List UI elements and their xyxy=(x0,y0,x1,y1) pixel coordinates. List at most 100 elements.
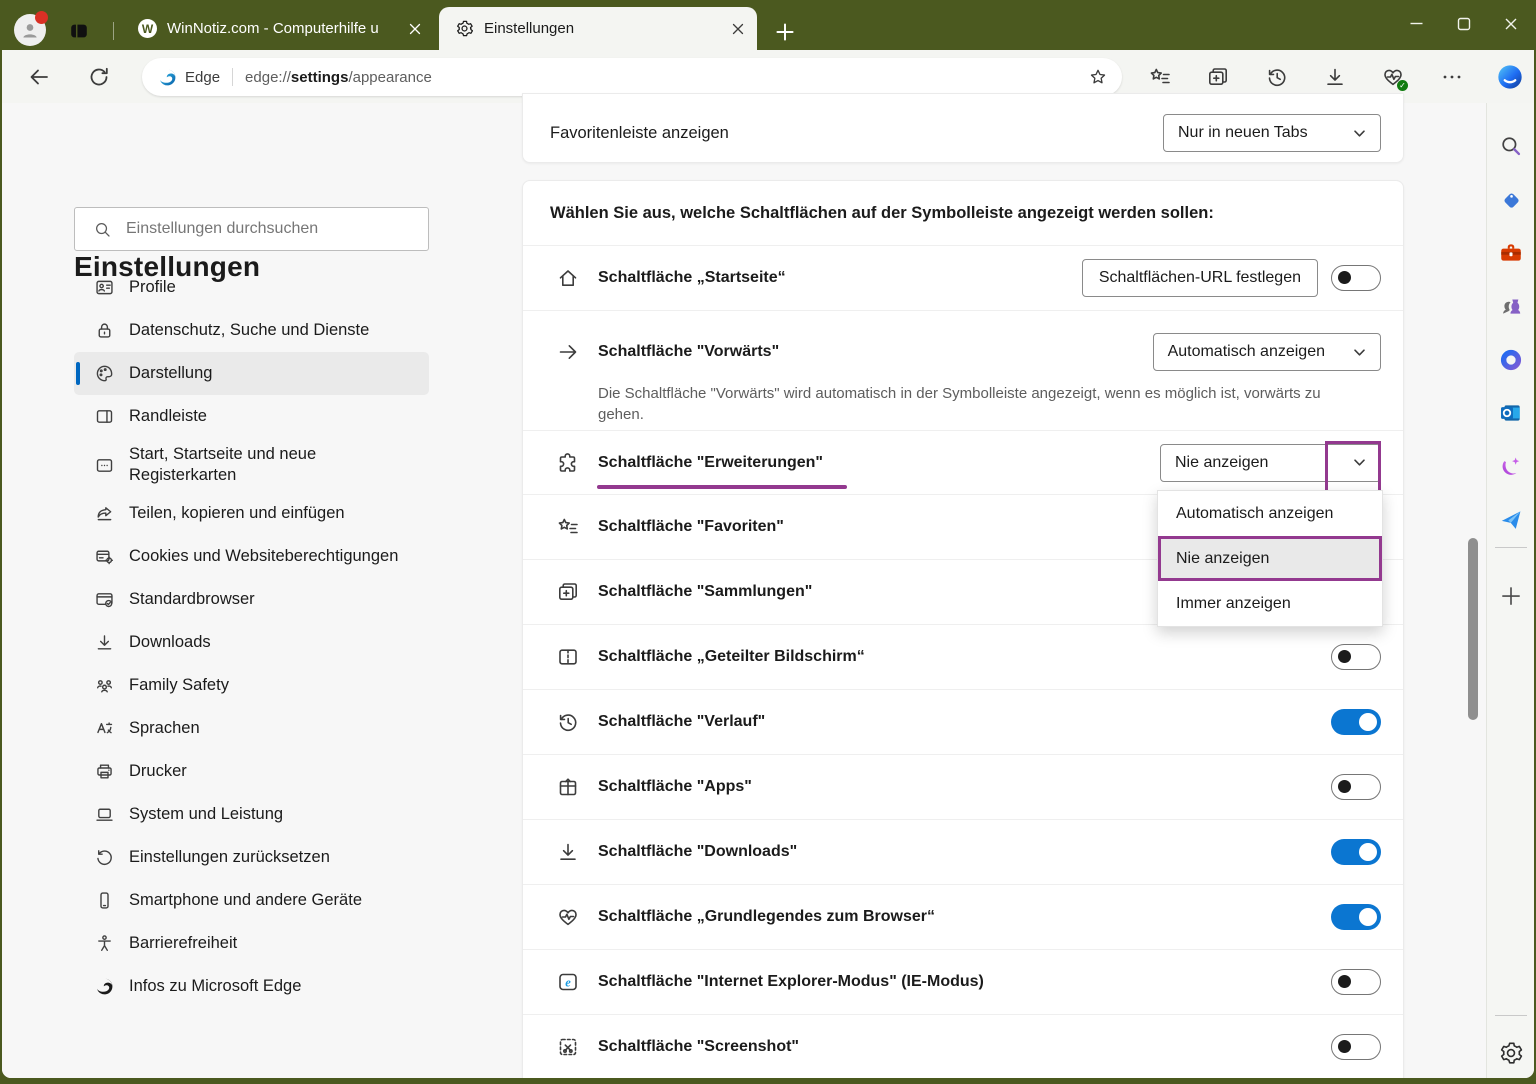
profile-avatar[interactable] xyxy=(14,11,48,46)
sidebar-settings-gear-icon[interactable] xyxy=(1498,1040,1524,1066)
sidebar-item-datenschutz-suche-und-dienste[interactable]: Datenschutz, Suche und Dienste xyxy=(74,309,429,352)
startpage-icon xyxy=(94,455,115,476)
maximize-button[interactable] xyxy=(1440,0,1487,47)
forward-button-dropdown[interactable]: Automatisch anzeigen xyxy=(1152,333,1381,371)
sidebar-item-standardbrowser[interactable]: Standardbrowser xyxy=(74,578,429,621)
address-bar[interactable]: Edge edge://settings/appearance xyxy=(142,58,1122,96)
select-value: Nie anzeigen xyxy=(1175,453,1269,471)
toolbar-button-row: Schaltfläche "Apps" xyxy=(523,754,1403,819)
edge-logo-icon xyxy=(158,68,177,87)
sidebar-item-randleiste[interactable]: Randleiste xyxy=(74,395,429,438)
section-heading: Wählen Sie aus, welche Schaltflächen auf… xyxy=(550,203,1214,222)
sidebar-item-start-startseite-und-neue-registerkarten[interactable]: Start, Startseite und neue Registerkarte… xyxy=(74,438,429,492)
search-icon[interactable] xyxy=(1498,133,1524,159)
favorites-button[interactable] xyxy=(1148,65,1172,89)
split-screen-icon xyxy=(556,645,580,669)
tab-winnotiz[interactable]: W WinNotiz.com - Computerhilfe u xyxy=(122,7,434,50)
dropdown-option-nie-anzeigen[interactable]: Nie anzeigen xyxy=(1158,536,1382,581)
check-badge: ✓ xyxy=(1397,80,1408,91)
dropdown-option-immer-anzeigen[interactable]: Immer anzeigen xyxy=(1158,581,1382,626)
scrollbar-thumb[interactable] xyxy=(1468,538,1478,720)
dropdown-option-automatisch-anzeigen[interactable]: Automatisch anzeigen xyxy=(1158,491,1382,536)
sidebar-item-family-safety[interactable]: Family Safety xyxy=(74,664,429,707)
sidebar-item-darstellung[interactable]: Darstellung xyxy=(74,352,429,395)
share-icon xyxy=(94,503,115,524)
default-browser-icon xyxy=(94,589,115,610)
settings-search[interactable] xyxy=(74,207,429,251)
toggle-switch-off[interactable] xyxy=(1331,969,1381,995)
shopping-icon[interactable] xyxy=(1498,187,1524,213)
sidebar-item-label: Barrierefreiheit xyxy=(129,934,238,952)
sidebar-item-label: Datenschutz, Suche und Dienste xyxy=(129,321,370,339)
tab-actions-button[interactable] xyxy=(68,20,90,42)
sidebar-item-smartphone-und-andere-ger-te[interactable]: Smartphone und andere Geräte xyxy=(74,879,429,922)
toggle-switch-off[interactable] xyxy=(1331,644,1381,670)
search-input[interactable] xyxy=(124,219,428,239)
row-label: Schaltfläche "Sammlungen" xyxy=(598,583,813,600)
phone-icon xyxy=(94,890,115,911)
tab-close-icon[interactable] xyxy=(727,18,749,40)
more-button[interactable] xyxy=(1440,65,1464,89)
languages-icon xyxy=(94,718,115,739)
sidebar-item-system-und-leistung[interactable]: System und Leistung xyxy=(74,793,429,836)
favorites-bar-card: Favoritenleiste anzeigen Nur in neuen Ta… xyxy=(522,93,1404,163)
sidebar-item-infos-zu-microsoft-edge[interactable]: Infos zu Microsoft Edge xyxy=(74,965,429,1008)
collections-button[interactable] xyxy=(1206,65,1230,89)
outlook-icon[interactable] xyxy=(1498,400,1524,426)
back-button[interactable] xyxy=(27,65,51,89)
customize-sidebar-button[interactable] xyxy=(1498,583,1524,609)
toggle-switch-on[interactable] xyxy=(1331,839,1381,865)
chevron-down-icon xyxy=(1353,127,1366,140)
games-icon[interactable] xyxy=(1498,293,1524,319)
svg-text:e: e xyxy=(565,976,571,990)
row-label: Schaltfläche "Downloads" xyxy=(598,843,798,860)
tab-close-icon[interactable] xyxy=(404,18,426,40)
image-creator-icon[interactable] xyxy=(1498,453,1524,479)
toggle-switch-on[interactable] xyxy=(1331,904,1381,930)
browser-essentials-button[interactable]: ✓ xyxy=(1381,65,1408,91)
copilot-button[interactable] xyxy=(1496,63,1524,91)
row-description: Die Schaltfläche "Vorwärts" wird automat… xyxy=(598,384,1321,423)
sidebar-item-teilen-kopieren-und-einf-gen[interactable]: Teilen, kopieren und einfügen xyxy=(74,492,429,535)
toolbox-icon[interactable] xyxy=(1498,240,1524,266)
sidebar-item-barrierefreiheit[interactable]: Barrierefreiheit xyxy=(74,922,429,965)
sidebar-item-profile[interactable]: Profile xyxy=(74,266,429,309)
favorites-bar-label: Favoritenleiste anzeigen xyxy=(550,123,729,142)
favorite-this-page-icon[interactable] xyxy=(1088,67,1108,87)
drop-icon[interactable] xyxy=(1498,507,1524,533)
tab-title: Einstellungen xyxy=(484,20,575,37)
sidebar-item-einstellungen-zur-cksetzen[interactable]: Einstellungen zurücksetzen xyxy=(74,836,429,879)
sidebar-item-drucker[interactable]: Drucker xyxy=(74,750,429,793)
toggle-switch-on[interactable] xyxy=(1331,709,1381,735)
toolbar-buttons-card: Wählen Sie aus, welche Schaltflächen auf… xyxy=(522,180,1404,1078)
system-icon xyxy=(94,804,115,825)
sidebar-item-downloads[interactable]: Downloads xyxy=(74,621,429,664)
favorites-icon xyxy=(556,515,580,539)
close-button[interactable] xyxy=(1487,0,1534,47)
settings-sidebar: Einstellungen ProfileDatenschutz, Suche … xyxy=(2,103,460,1078)
browser-name-label: Edge xyxy=(185,68,221,86)
set-button-url-button[interactable]: Schaltflächen-URL festlegen xyxy=(1081,259,1318,297)
history-button[interactable] xyxy=(1265,65,1289,89)
settings-content: Favoritenleiste anzeigen Nur in neuen Ta… xyxy=(459,93,1486,1078)
favorites-bar-dropdown[interactable]: Nur in neuen Tabs xyxy=(1163,114,1381,152)
new-tab-button[interactable] xyxy=(772,19,798,45)
minimize-button[interactable] xyxy=(1393,0,1440,47)
row-label: Schaltfläche "Internet Explorer-Modus" (… xyxy=(598,973,984,990)
tab-settings[interactable]: Einstellungen xyxy=(439,7,757,50)
sidebar-item-cookies-und-websiteberechtigungen[interactable]: Cookies und Websiteberechtigungen xyxy=(74,535,429,578)
toggle-switch-off[interactable] xyxy=(1331,774,1381,800)
refresh-button[interactable] xyxy=(87,65,111,89)
sidebar-item-label: Darstellung xyxy=(129,364,213,382)
m365-icon[interactable] xyxy=(1498,347,1524,373)
sidebar-icon xyxy=(94,406,115,427)
sidebar-item-label: Profile xyxy=(129,278,176,296)
toggle-switch-off[interactable] xyxy=(1331,1034,1381,1060)
reset-icon xyxy=(94,847,115,868)
ie-mode-icon: e xyxy=(556,970,580,994)
sidebar-item-sprachen[interactable]: Sprachen xyxy=(74,707,429,750)
history-icon xyxy=(556,710,580,734)
toggle-switch-off[interactable] xyxy=(1331,265,1381,291)
tab-title: WinNotiz.com - Computerhilfe u xyxy=(167,20,379,37)
downloads-button[interactable] xyxy=(1323,65,1347,89)
